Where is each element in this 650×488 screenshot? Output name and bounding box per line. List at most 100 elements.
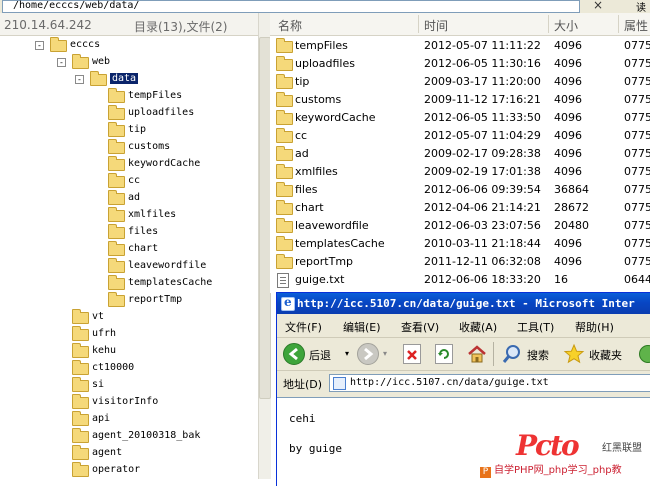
collapse-icon[interactable]: -: [35, 41, 44, 50]
menu-tools[interactable]: 工具(T): [517, 319, 554, 335]
tree-item-keywordcache[interactable]: keywordCache: [0, 156, 256, 173]
menu-file[interactable]: 文件(F): [285, 319, 322, 335]
close-icon[interactable]: ×: [588, 0, 608, 12]
tree-item-web[interactable]: - web: [0, 54, 256, 71]
file-name: tempFiles: [295, 39, 348, 52]
tree-item-data[interactable]: - data: [0, 71, 256, 88]
file-row[interactable]: keywordCache 2012-06-05 11:33:50 4096 0775: [270, 109, 650, 127]
file-size: 16: [554, 273, 568, 286]
collapse-icon[interactable]: -: [57, 58, 66, 67]
tree-item-files[interactable]: files: [0, 224, 256, 241]
watermark-text: 自学PHP网_php学习_php教: [494, 465, 622, 476]
folder-icon: [72, 309, 89, 324]
favorites-button[interactable]: 收藏夹: [561, 342, 631, 366]
tree-item-tip[interactable]: tip: [0, 122, 256, 139]
file-row[interactable]: xmlfiles 2009-02-19 17:01:38 4096 0775: [270, 163, 650, 181]
folder-icon: [276, 38, 293, 53]
tree-item-templatescache[interactable]: templatesCache: [0, 275, 256, 292]
tree-item-leavewordfile[interactable]: leavewordfile: [0, 258, 256, 275]
menu-favorites[interactable]: 收藏(A): [459, 319, 497, 335]
tree-item-uploadfiles[interactable]: uploadfiles: [0, 105, 256, 122]
folder-icon: [72, 360, 89, 375]
folder-icon: [276, 128, 293, 143]
back-button[interactable]: 后退: [281, 342, 343, 366]
menu-help[interactable]: 帮助(H): [575, 319, 614, 335]
tree-item-operator[interactable]: operator: [0, 462, 256, 479]
tree-item-label: tempFiles: [128, 90, 183, 101]
browser-titlebar[interactable]: http://icc.5107.cn/data/guige.txt - Micr…: [277, 293, 650, 314]
stop-button[interactable]: [401, 342, 425, 366]
tree-item-ufrh[interactable]: ufrh: [0, 326, 256, 343]
folder-icon: [108, 207, 125, 222]
file-row[interactable]: guige.txt 2012-06-06 18:33:20 16 0644: [270, 271, 650, 289]
col-divider[interactable]: [548, 15, 549, 33]
toolbar-divider: [493, 342, 494, 366]
folder-icon: [276, 146, 293, 161]
tree-item-tempfiles[interactable]: tempFiles: [0, 88, 256, 105]
file-row[interactable]: cc 2012-05-07 11:04:29 4096 0775: [270, 127, 650, 145]
folder-icon: [108, 258, 125, 273]
file-size: 4096: [554, 129, 582, 142]
file-row[interactable]: leavewordfile 2012-06-03 23:07:56 20480 077…: [270, 217, 650, 235]
file-row[interactable]: files 2012-06-06 09:39:54 36864 0775: [270, 181, 650, 199]
tree-item-si[interactable]: si: [0, 377, 256, 394]
col-divider[interactable]: [418, 15, 419, 33]
folder-icon: [108, 241, 125, 256]
col-size[interactable]: 大小: [554, 17, 578, 34]
folder-icon: [276, 254, 293, 269]
back-dropdown-icon[interactable]: ▾: [345, 349, 349, 358]
forward-button[interactable]: [357, 342, 381, 366]
tree-item-label: files: [128, 226, 159, 237]
tree-item-customs[interactable]: customs: [0, 139, 256, 156]
file-perm: 0775: [624, 183, 650, 196]
path-field[interactable]: /home/ecccs/web/data/: [2, 0, 580, 13]
col-perm[interactable]: 属性: [624, 17, 648, 34]
file-size: 4096: [554, 39, 582, 52]
tree-item-reporttmp[interactable]: reportTmp: [0, 292, 256, 309]
home-button[interactable]: [465, 342, 489, 366]
tree-item-cc[interactable]: cc: [0, 173, 256, 190]
tree-item-vt[interactable]: vt: [0, 309, 256, 326]
file-row[interactable]: uploadfiles 2012-06-05 11:30:16 4096 0775: [270, 55, 650, 73]
tree-item-agent_20100318_bak[interactable]: agent_20100318_bak: [0, 428, 256, 445]
refresh-button[interactable]: [433, 342, 457, 366]
col-divider[interactable]: [618, 15, 619, 33]
file-perm: 0775: [624, 255, 650, 268]
file-row[interactable]: tempFiles 2012-05-07 11:11:22 4096 0775: [270, 37, 650, 55]
page-icon: [333, 377, 346, 390]
col-time[interactable]: 时间: [424, 17, 448, 34]
col-name[interactable]: 名称: [278, 17, 302, 34]
file-row[interactable]: chart 2012-04-06 21:14:21 28672 0775: [270, 199, 650, 217]
menu-view[interactable]: 查看(V): [401, 319, 439, 335]
folder-icon: [108, 88, 125, 103]
forward-dropdown-icon[interactable]: ▾: [383, 349, 387, 358]
address-bar: 地址(D) http://icc.5107.cn/data/guige.txt: [277, 371, 650, 395]
file-row[interactable]: tip 2009-03-17 11:20:00 4096 0775: [270, 73, 650, 91]
collapse-icon[interactable]: -: [75, 75, 84, 84]
file-perm: 0775: [624, 219, 650, 232]
tree-item-ct10000[interactable]: ct10000: [0, 360, 256, 377]
tree-item-chart[interactable]: chart: [0, 241, 256, 258]
file-perm: 0775: [624, 129, 650, 142]
media-button[interactable]: [637, 342, 650, 366]
search-button[interactable]: 搜索: [499, 342, 555, 366]
tree-item-api[interactable]: api: [0, 411, 256, 428]
dir-count: 目录(13),文件(2): [134, 20, 228, 34]
tree-item-ad[interactable]: ad: [0, 190, 256, 207]
file-row[interactable]: templatesCache 2010-03-11 21:18:44 4096 077…: [270, 235, 650, 253]
file-row[interactable]: reportTmp 2011-12-11 06:32:08 4096 0775: [270, 253, 650, 271]
tree-item-visitorinfo[interactable]: visitorInfo: [0, 394, 256, 411]
tree-item-xmlfiles[interactable]: xmlfiles: [0, 207, 256, 224]
file-time: 2012-05-07 11:11:22: [424, 39, 541, 52]
tree-item-agent[interactable]: agent: [0, 445, 256, 462]
folder-icon: [50, 37, 67, 52]
file-name: leavewordfile: [295, 219, 369, 232]
tree-item-kehu[interactable]: kehu: [0, 343, 256, 360]
menu-edit[interactable]: 编辑(E): [343, 319, 381, 335]
tree-item-label: ct10000: [92, 362, 135, 373]
address-input[interactable]: http://icc.5107.cn/data/guige.txt: [329, 374, 650, 392]
tree-item-ecccs[interactable]: - ecccs: [0, 37, 256, 54]
file-row[interactable]: ad 2009-02-17 09:28:38 4096 0775: [270, 145, 650, 163]
file-row[interactable]: customs 2009-11-12 17:16:21 4096 0775: [270, 91, 650, 109]
file-perm: 0775: [624, 93, 650, 106]
